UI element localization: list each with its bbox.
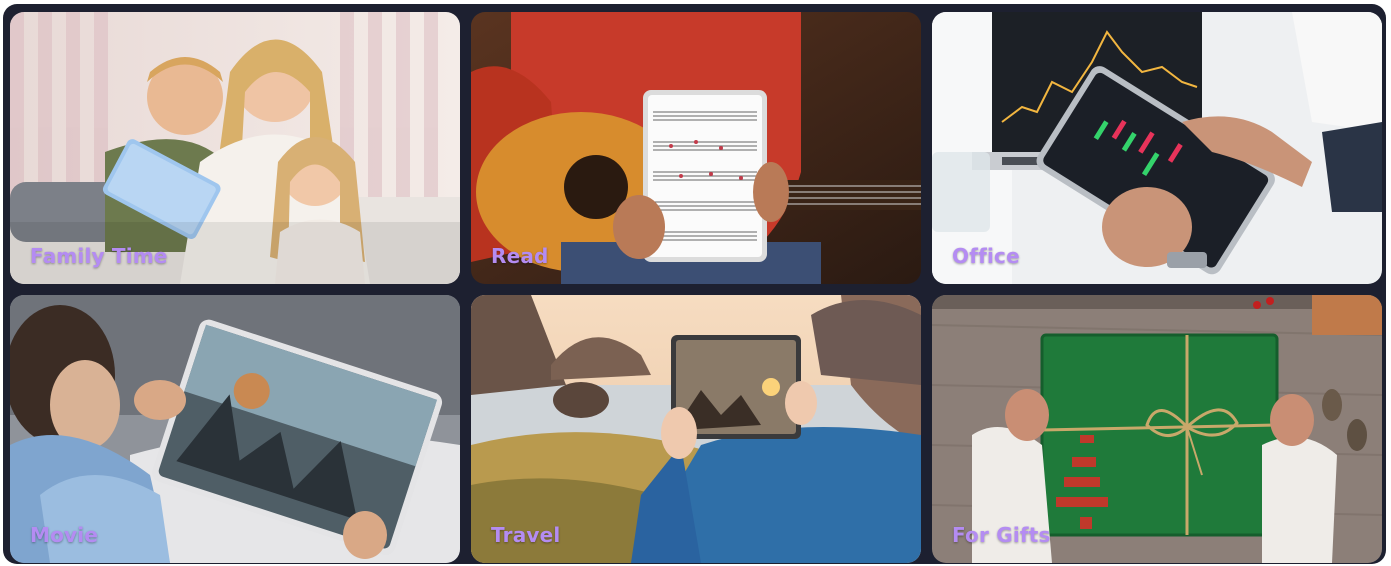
tile-movie[interactable]: Movie — [10, 295, 460, 563]
tile-label: Family Time — [30, 244, 168, 268]
tile-office[interactable]: Office — [932, 12, 1382, 284]
tile-family-time[interactable]: Family Time — [10, 12, 460, 284]
tile-label: Travel — [491, 523, 561, 547]
tile-read[interactable]: Read — [471, 12, 921, 284]
tile-label: Read — [491, 244, 549, 268]
tile-label: Office — [952, 244, 1020, 268]
tile-label: For Gifts — [952, 523, 1051, 547]
tile-label: Movie — [30, 523, 99, 547]
tile-travel[interactable]: Travel — [471, 295, 921, 563]
scenario-grid: Family Time Read Office Movie Travel For… — [3, 4, 1386, 564]
usage-scenarios-banner: Family Time Read Office Movie Travel For… — [0, 0, 1391, 566]
tile-for-gifts[interactable]: For Gifts — [932, 295, 1382, 563]
